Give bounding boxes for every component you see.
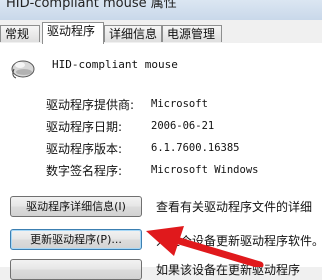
digital-signer-label: 数字签名程序: — [46, 164, 123, 178]
update-driver-description: 为这个设备更新驱动程序软件。 — [156, 234, 322, 248]
tab-power-management[interactable]: 电源管理 — [162, 25, 222, 42]
driver-version-value: 6.1.7600.16385 — [151, 142, 240, 154]
tab-general[interactable]: 常规 — [0, 25, 40, 42]
driver-provider-value: Microsoft — [151, 98, 208, 110]
tab-strip: 常规 驱动程序 详细信息 电源管理 — [0, 20, 322, 44]
driver-provider-label: 驱动程序提供商: — [46, 98, 135, 112]
tab-driver[interactable]: 驱动程序 — [42, 22, 104, 44]
driver-date-value: 2006-06-21 — [151, 120, 215, 132]
digital-signer-value: Microsoft Windows — [151, 164, 259, 176]
roll-back-driver-button[interactable] — [10, 259, 142, 280]
driver-details-description: 查看有关驱动程序文件的详细 — [156, 200, 313, 214]
driver-date-label: 驱动程序日期: — [46, 120, 123, 134]
tab-details[interactable]: 详细信息 — [104, 25, 162, 42]
driver-details-button[interactable]: 驱动程序详细信息(I) — [10, 196, 142, 217]
driver-tab-panel: HID-compliant mouse 驱动程序提供商: Microsoft 驱… — [0, 43, 322, 280]
roll-back-driver-description: 如果该设备在更新驱动程序 — [156, 263, 301, 277]
window-title: HID-compliant mouse 属性 — [6, 0, 177, 11]
title-bar: HID-compliant mouse 属性 — [0, 0, 322, 20]
driver-version-label: 驱动程序版本: — [46, 142, 123, 156]
device-name: HID-compliant mouse — [52, 58, 178, 71]
update-driver-button[interactable]: 更新驱动程序(P)... — [10, 229, 142, 250]
mouse-icon — [11, 60, 35, 79]
